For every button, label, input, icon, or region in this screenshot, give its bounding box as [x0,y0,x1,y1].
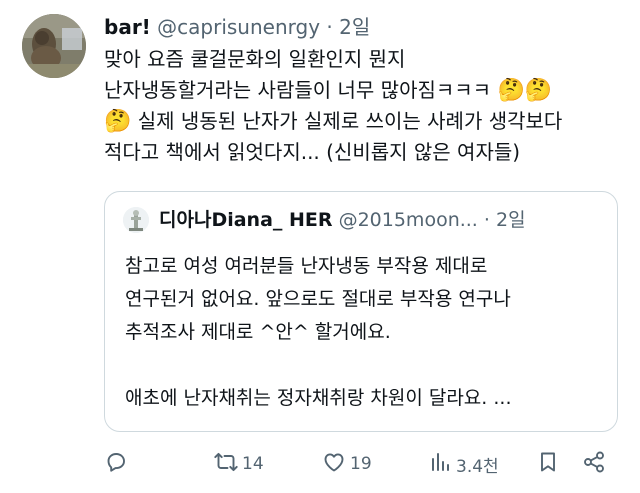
analytics-icon [428,450,452,479]
tweet-header: bar! @caprisunenrgy · 2일 [104,12,370,42]
views-button[interactable]: 3.4천 [428,448,499,480]
share-icon [582,450,606,479]
retweet-button[interactable]: 14 [214,448,264,480]
action-bar: 14 19 3.4천 [104,448,622,480]
tweet-text: 맞아 요즘 쿨걸문화의 일환인지 뭔지 난자냉동할거라는 사람들이 너무 많아짐… [104,44,622,168]
reply-button[interactable] [104,448,128,480]
reply-icon [104,450,128,479]
tweet-text-line2: 난자냉동할거라는 사람들이 너무 많아짐ㅋㅋㅋ [104,78,498,102]
thinking-emoji-pair: 🤔🤔 [497,78,553,103]
like-count: 19 [350,454,372,474]
quoted-tweet[interactable]: 디아나Diana_ HER @2015moon... · 2일 참고로 여성 여… [104,191,618,432]
like-button[interactable]: 19 [322,448,372,480]
quoted-text: 참고로 여성 여러분들 난자냉동 부작용 제대로 연구된거 없어요. 앞으로도 … [125,255,512,409]
user-handle[interactable]: @caprisunenrgy [157,15,320,39]
quoted-display-name[interactable]: 디아나Diana_ HER [159,209,333,231]
views-count: 3.4천 [456,456,499,477]
retweet-icon [214,450,238,479]
avatar[interactable] [22,14,86,78]
separator-dot: · [326,15,340,39]
tweet-text-line1: 맞아 요즘 쿨걸문화의 일환인지 뭔지 [104,47,406,71]
heart-icon [322,450,346,479]
tweet[interactable]: bar! @caprisunenrgy · 2일 맞아 요즘 쿨걸문화의 일환인… [0,0,640,493]
quoted-avatar[interactable] [123,207,149,233]
share-button[interactable] [582,448,606,480]
bookmark-button[interactable] [536,448,560,480]
quoted-timestamp[interactable]: 2일 [496,209,526,231]
tweet-text-line4: 적다고 책에서 읽엇다지... (신비롭지 않은 여자들) [104,140,521,164]
quoted-separator-dot: · [483,209,496,231]
retweet-count: 14 [242,454,264,474]
thinking-emoji: 🤔 [104,109,132,134]
quoted-header: 디아나Diana_ HER @2015moon... · 2일 [159,204,526,236]
tweet-text-line3: 실제 냉동된 난자가 실제로 쓰이는 사례가 생각보다 [131,109,563,133]
timestamp[interactable]: 2일 [339,15,370,39]
quoted-handle[interactable]: @2015moon... [339,209,478,231]
bookmark-icon [536,450,560,479]
display-name[interactable]: bar! [104,15,151,39]
